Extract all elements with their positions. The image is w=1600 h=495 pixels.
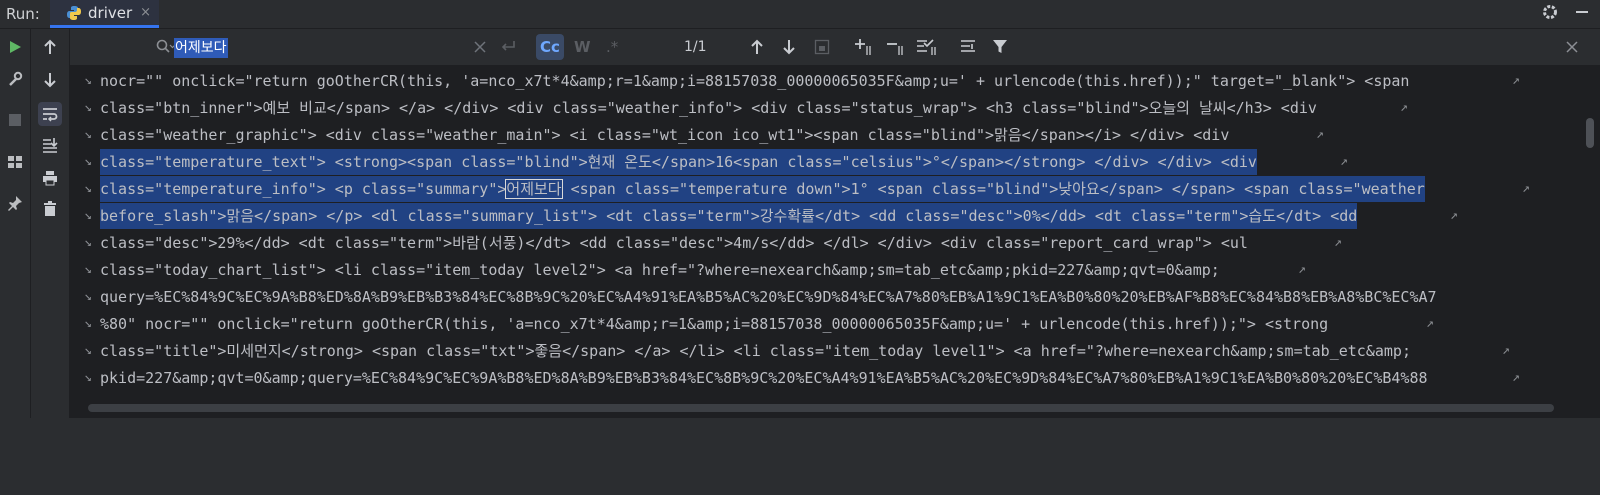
code-line: ↘ class="title">미세먼지</strong> <span clas… — [70, 338, 1550, 364]
gear-icon[interactable] — [1542, 4, 1558, 20]
close-find-icon[interactable] — [1566, 37, 1578, 53]
wrap-icon: ↗ — [1502, 343, 1510, 358]
match-case-button[interactable]: Cc — [536, 34, 564, 60]
code-line: ↘ class="weather_graphic"> <div class="w… — [70, 122, 1550, 148]
close-icon[interactable]: × — [140, 5, 151, 20]
code-line: ↘ class="btn_inner">예보 비교</span> </a> </… — [70, 95, 1550, 121]
wrap-icon: ↗ — [1316, 127, 1324, 142]
match-count: 1/1 — [684, 39, 707, 55]
arrow-down-icon[interactable] — [38, 68, 62, 92]
wrap-continue-icon: ↘ — [84, 208, 92, 223]
next-occurrence-icon[interactable] — [782, 37, 796, 55]
wrap-continue-icon: ↘ — [84, 127, 92, 142]
remove-occurrence-icon[interactable] — [886, 37, 908, 56]
wrap-icon: ↗ — [1512, 73, 1520, 88]
wrap-continue-icon: ↘ — [84, 100, 92, 115]
find-bar: 어제보다 Cc W .* 1/1 — [70, 29, 1600, 66]
vertical-scrollbar[interactable] — [1586, 118, 1594, 148]
wrap-continue-icon: ↘ — [84, 181, 92, 196]
wrap-icon: ↗ — [1298, 262, 1306, 277]
wrap-icon: ↗ — [1512, 370, 1520, 385]
wrap-continue-icon: ↘ — [84, 235, 92, 250]
whole-words-button[interactable]: W — [574, 37, 591, 57]
wrap-continue-icon: ↘ — [84, 316, 92, 331]
tab-driver[interactable]: driver × — [50, 0, 160, 28]
trash-icon[interactable] — [38, 197, 62, 221]
code-line: ↘ class="desc">29%</dd> <dt class="term"… — [70, 230, 1550, 256]
console-actions-strip — [31, 29, 70, 418]
filter-icon[interactable] — [992, 37, 1008, 55]
clear-search-icon[interactable] — [474, 37, 486, 53]
wrap-icon: ↗ — [1340, 154, 1348, 169]
code-line: ↘ query=%EC%84%9C%EC%9A%B8%ED%8A%B9%EB%B… — [70, 284, 1550, 310]
code-line-selected: ↘ before_slash">맑음</span> </p> <dl class… — [70, 203, 1550, 229]
layout-icon[interactable] — [3, 150, 27, 174]
wrap-continue-icon: ↘ — [84, 154, 92, 169]
soft-wrap-icon[interactable] — [38, 102, 62, 126]
wrap-continue-icon: ↘ — [84, 73, 92, 88]
select-all-occurrences-icon[interactable] — [814, 37, 830, 55]
regex-button[interactable]: .* — [606, 37, 618, 57]
stop-icon[interactable] — [3, 108, 27, 132]
print-icon[interactable] — [38, 166, 62, 190]
add-occurrence-icon[interactable] — [854, 37, 876, 56]
search-match: 어제보다 — [505, 179, 563, 199]
pin-icon[interactable] — [3, 191, 27, 215]
wrap-icon: ↗ — [1426, 316, 1434, 331]
code-line: ↘ class="today_chart_list"> <li class="i… — [70, 257, 1550, 283]
run-label: Run: — [6, 5, 40, 23]
arrow-up-icon[interactable] — [38, 35, 62, 59]
run-icon[interactable] — [3, 35, 27, 59]
run-toolbar: Run: driver × — [0, 0, 1600, 29]
code-line: ↘ %80" nocr="" onclick="return goOtherCR… — [70, 311, 1550, 337]
wrap-continue-icon: ↘ — [84, 370, 92, 385]
horizontal-scrollbar[interactable] — [88, 404, 1554, 412]
wrap-icon: ↗ — [1400, 100, 1408, 115]
filter-settings-icon[interactable] — [960, 37, 978, 55]
wrap-continue-icon: ↘ — [84, 343, 92, 358]
tab-title: driver — [88, 3, 133, 22]
code-line: ↘ pkid=227&amp;qvt=0&amp;query=%EC%84%9C… — [70, 365, 1550, 391]
run-actions-strip — [0, 29, 31, 418]
select-all-icon[interactable] — [916, 37, 940, 56]
code-line: ↘ nocr="" onclick="return goOtherCR(this… — [70, 68, 1550, 94]
python-icon — [66, 5, 82, 21]
search-input[interactable]: 어제보다 — [174, 38, 228, 58]
minimize-icon[interactable] — [1574, 4, 1590, 20]
wrap-icon: ↗ — [1522, 181, 1530, 196]
prev-occurrence-icon[interactable] — [750, 37, 764, 55]
wrench-icon[interactable] — [3, 67, 27, 91]
wrap-icon: ↗ — [1334, 235, 1342, 250]
scroll-to-end-icon[interactable] — [38, 133, 62, 157]
console-output[interactable]: ↘ nocr="" onclick="return goOtherCR(this… — [70, 66, 1600, 418]
search-history-icon[interactable] — [156, 39, 176, 55]
wrap-continue-icon: ↘ — [84, 262, 92, 277]
code-line-selected: ↘ class="temperature_text"> <strong><spa… — [70, 149, 1550, 175]
code-line-selected: ↘ class="temperature_info"> <p class="su… — [70, 176, 1550, 202]
wrap-continue-icon: ↘ — [84, 289, 92, 304]
wrap-icon: ↗ — [1450, 208, 1458, 223]
new-line-icon[interactable] — [500, 37, 516, 54]
